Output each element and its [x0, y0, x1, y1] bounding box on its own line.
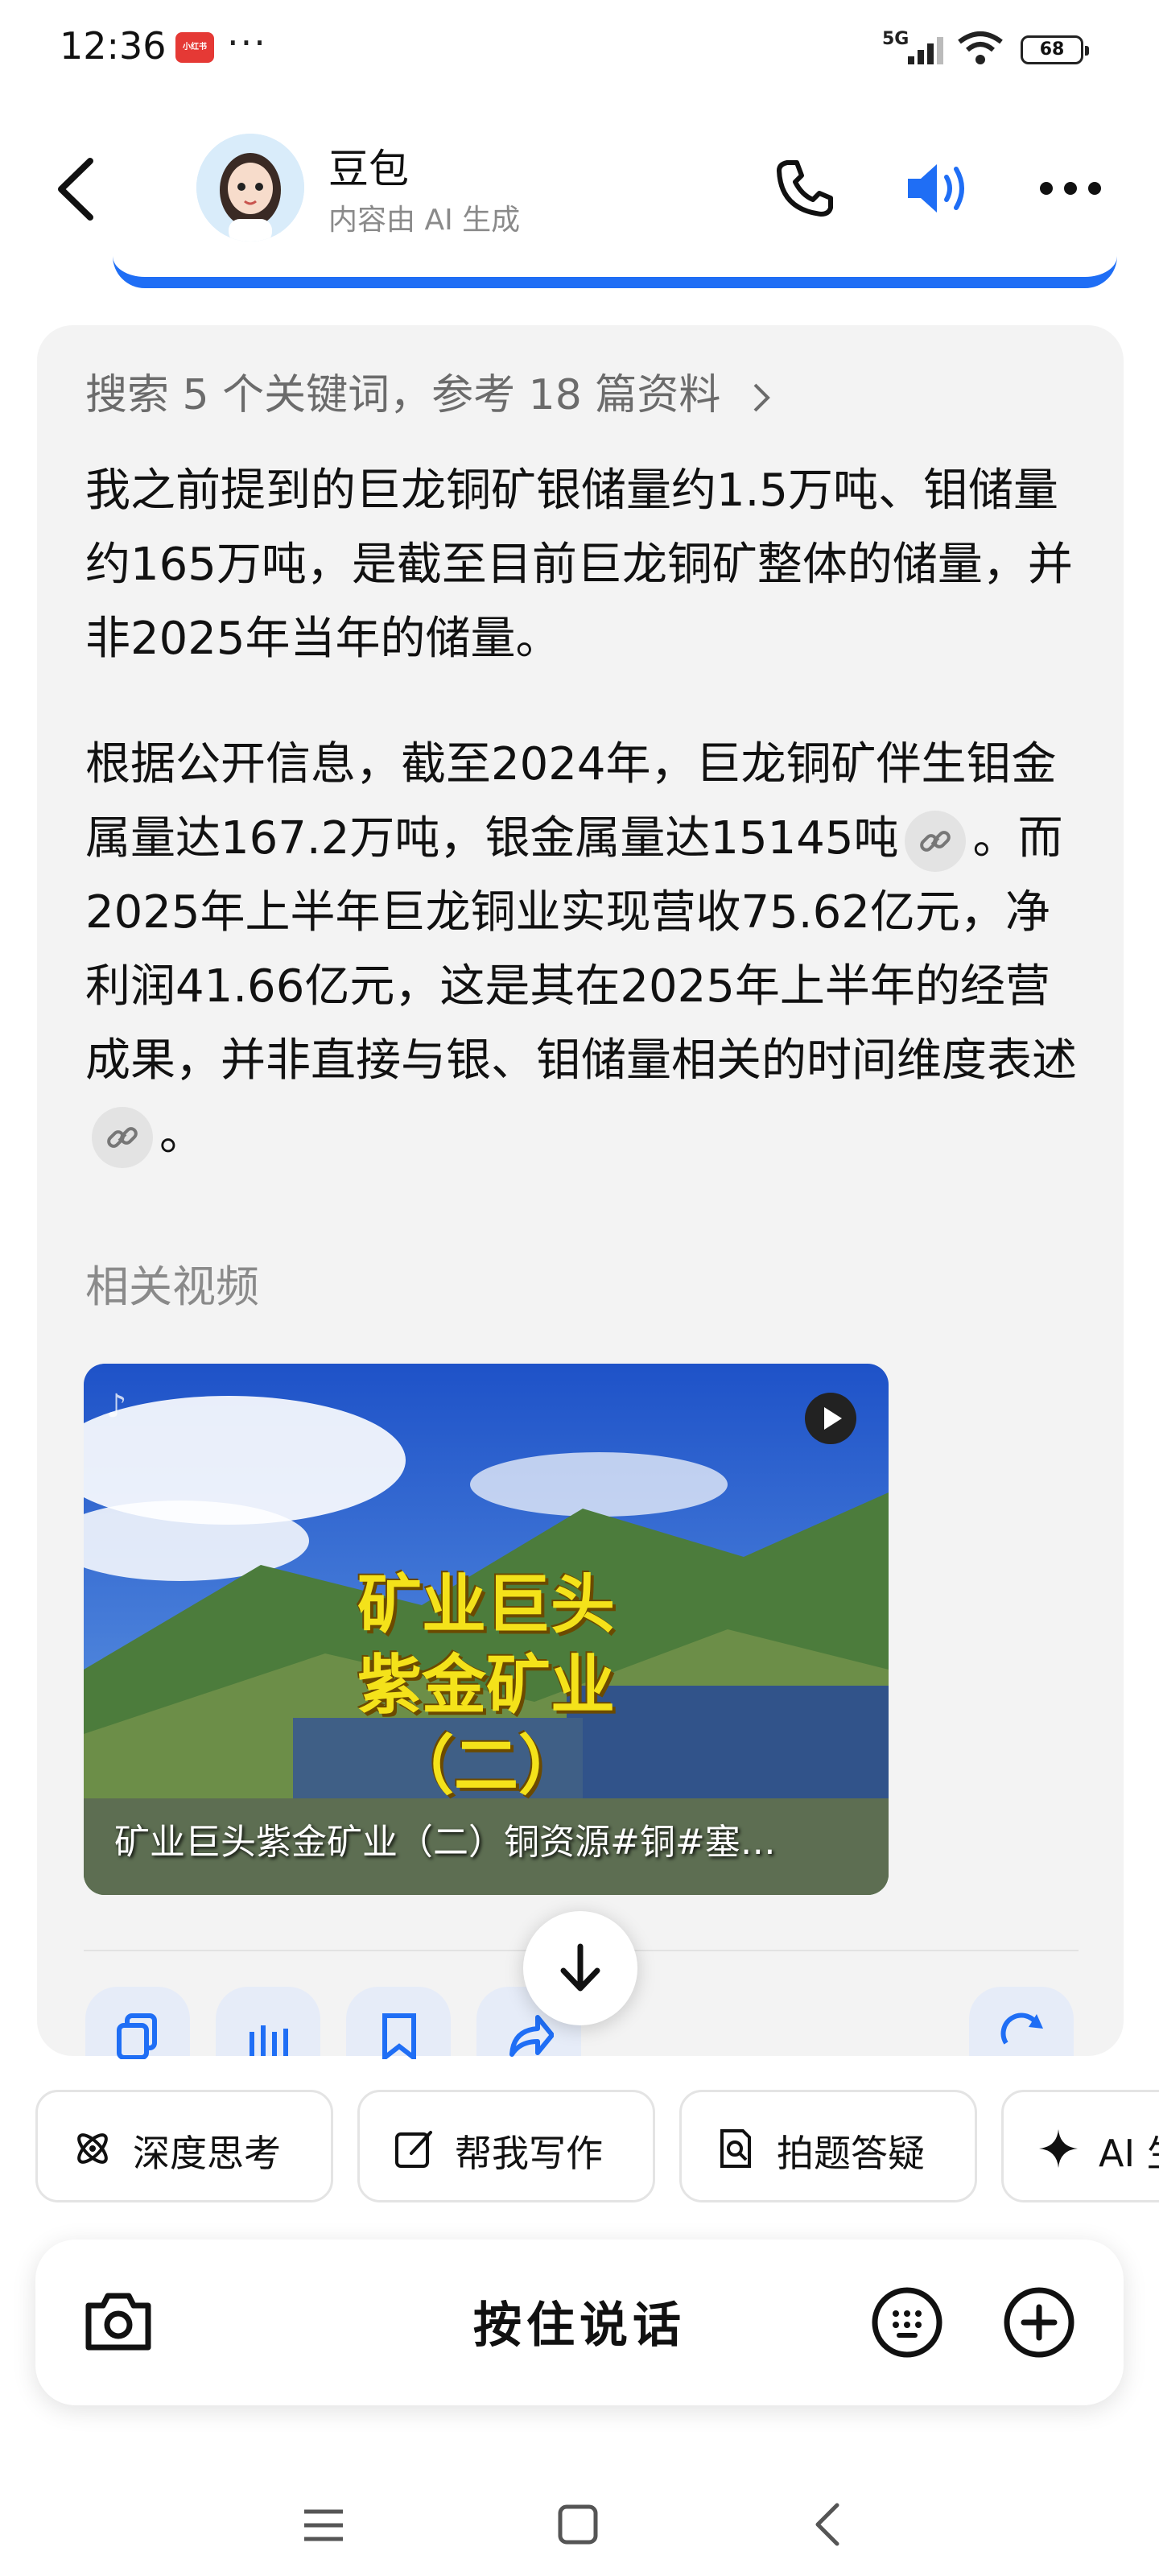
plus-icon[interactable]: [1001, 2285, 1077, 2360]
avatar[interactable]: [196, 134, 304, 242]
keyboard-toggle-icon[interactable]: [869, 2285, 945, 2360]
ai-message-bubble: 搜索 5 个关键词，参考 18 篇资料 我之前提到的巨龙铜矿银储量约1.5万吨、…: [37, 325, 1124, 2059]
play-icon[interactable]: [805, 1393, 856, 1444]
home-nav-icon[interactable]: [555, 2502, 600, 2547]
doc-search-icon: [720, 2129, 751, 2168]
wifi-icon: [958, 31, 1003, 64]
chip-deep-think[interactable]: 深度思考: [35, 2090, 333, 2202]
share-icon: [509, 2015, 554, 2057]
answer-paragraph-2-part-c: 。: [159, 1108, 204, 1161]
reference-link-icon[interactable]: [92, 1106, 153, 1168]
search-summary-text: 搜索 5 个关键词，参考 18 篇资料: [85, 371, 721, 419]
system-navigation-bar: [0, 2463, 1159, 2576]
signal-icon: [908, 37, 943, 64]
chip-photo-answer[interactable]: 拍题答疑: [679, 2090, 977, 2202]
waveform-icon: [250, 2025, 288, 2056]
video-overlay-line-1: 矿业巨头: [357, 1567, 615, 1642]
sparkle-icon: [1039, 2129, 1078, 2168]
network-type: 5G: [882, 29, 909, 49]
video-overlay-title: 矿业巨头 紫金矿业 （二）: [277, 1565, 695, 1806]
reference-link-icon[interactable]: [905, 810, 967, 872]
input-bar: 按住说话: [35, 2240, 1124, 2405]
chip-write[interactable]: 帮我写作: [357, 2090, 655, 2202]
video-overlay-line-2: 紫金矿业: [357, 1648, 615, 1723]
answer-paragraph-2: 根据公开信息，截至2024年，巨龙铜矿伴生钼金属量达167.2万吨，银金属量达1…: [85, 728, 1083, 1172]
chat-header: 豆包 内容由 AI 生成: [0, 113, 1159, 258]
arrow-down-icon: [560, 1943, 600, 1992]
tiktok-logo-icon: ♪: [106, 1388, 127, 1425]
video-overlay-line-3: （二）: [390, 1728, 583, 1803]
chip-label: 拍题答疑: [777, 2132, 925, 2175]
video-caption: 矿业巨头紫金矿业（二）铜资源#铜#塞…: [114, 1822, 776, 1863]
more-options-icon[interactable]: [1038, 180, 1103, 196]
more-notifications-icon: ···: [227, 21, 267, 64]
bookmark-icon: [382, 2013, 416, 2059]
chevron-right-icon: [753, 383, 770, 412]
voice-play-button[interactable]: [216, 1987, 320, 2056]
phone-icon[interactable]: [773, 156, 837, 221]
bookmark-button[interactable]: [346, 1987, 451, 2059]
previous-message-edge: [113, 254, 1117, 288]
chat-title: 豆包: [328, 146, 409, 192]
regenerate-button[interactable]: [969, 1987, 1074, 2056]
menu-nav-icon[interactable]: [299, 2505, 348, 2545]
back-nav-icon[interactable]: [810, 2499, 845, 2550]
chip-label: 深度思考: [133, 2132, 281, 2175]
chip-label: AI 生: [1099, 2132, 1159, 2175]
status-time: 12:36: [60, 24, 167, 68]
chip-ai-create[interactable]: AI 生: [1001, 2090, 1159, 2202]
copy-icon: [117, 2013, 157, 2059]
search-summary[interactable]: 搜索 5 个关键词，参考 18 篇资料: [85, 361, 774, 421]
edit-icon: [395, 2131, 432, 2168]
copy-button[interactable]: [85, 1987, 190, 2059]
notification-app-icon: 小红书: [175, 32, 214, 63]
atom-icon: [77, 2133, 108, 2164]
battery-indicator: 68: [1021, 35, 1089, 64]
answer-paragraph-1: 我之前提到的巨龙铜矿银储量约1.5万吨、钼储量约165万吨，是截至目前巨龙铜矿整…: [85, 464, 1073, 665]
avatar-illustration: [196, 134, 304, 242]
chat-subtitle: 内容由 AI 生成: [328, 204, 521, 237]
chip-label: 帮我写作: [455, 2132, 603, 2175]
back-arrow-icon[interactable]: [48, 153, 105, 225]
quick-action-chips: 深度思考 帮我写作 拍题答疑 AI 生: [0, 2090, 1159, 2209]
related-video-card[interactable]: ♪ 矿业巨头 紫金矿业 （二） 矿业巨头紫金矿业（二）铜资源#铜#塞…: [84, 1364, 889, 1895]
hold-to-talk-button[interactable]: 按住说话: [35, 2286, 1124, 2356]
scroll-to-bottom-button[interactable]: [523, 1911, 637, 2025]
speaker-icon[interactable]: [901, 156, 974, 221]
refresh-icon: [1000, 2013, 1043, 2045]
status-bar: 12:36 小红书 ··· 5G 68: [0, 0, 1159, 97]
related-videos-title: 相关视频: [85, 1261, 259, 1312]
